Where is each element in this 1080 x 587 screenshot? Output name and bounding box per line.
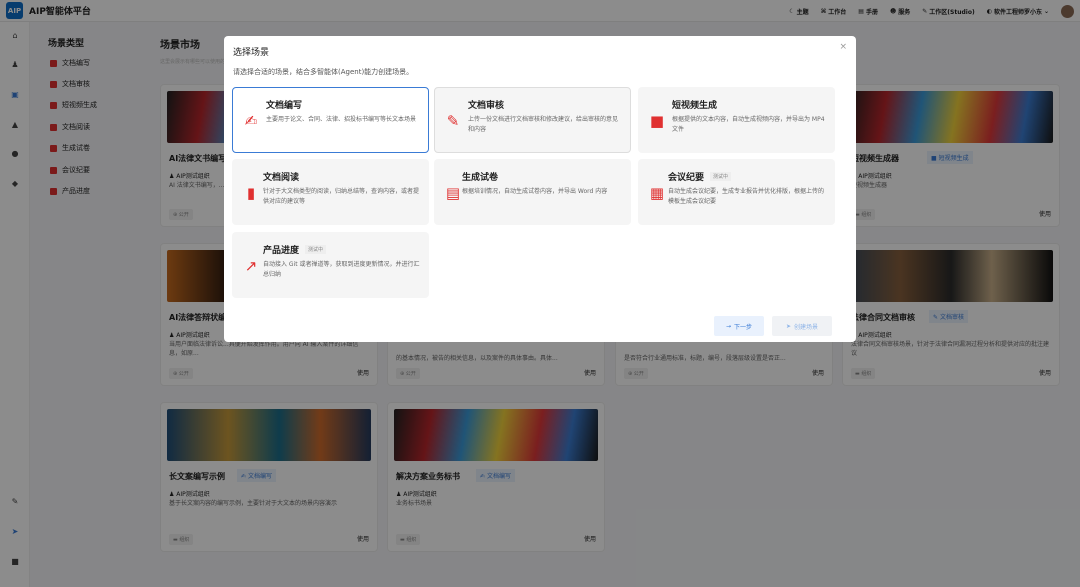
send-icon: ➤: [785, 322, 791, 330]
option-title-label: 短视频生成: [672, 101, 718, 111]
option-title: 生成试卷: [462, 170, 498, 183]
beta-badge: 测试中: [710, 172, 732, 181]
option-desc: 自动生成会议纪要，生成专业报告并优化排版，根据上传的模板生成会议纪要: [668, 188, 825, 205]
option-desc: 主要用于论文、合同、法律、招投标书编写等长文本场景: [266, 116, 417, 123]
option-desc: 自动接入 Git 或者禅道等，获取到进度更新情况，并进行汇总归纳: [263, 261, 420, 278]
document-write-icon: ✍: [244, 112, 258, 130]
option-exam[interactable]: ▤ 生成试卷 根据培训情况，自动生成试卷内容，并导出 Word 内容: [434, 159, 631, 225]
option-doc-review[interactable]: ✎ 文档审核 上传一份文档进行文档审核和修改建议，给出审核的意见和内容: [434, 87, 631, 153]
next-step-button[interactable]: → 下一步: [714, 316, 764, 336]
option-desc: 上传一份文档进行文档审核和修改建议，给出审核的意见和内容: [468, 116, 619, 133]
option-title-label: 文档审核: [468, 101, 505, 111]
create-scene-label: 创建场景: [794, 323, 819, 331]
option-desc: 针对于大文档类型的阅读，归纳总结等，查询内容，或者提供对应的建议等: [263, 188, 420, 205]
option-title: 文档审核: [468, 98, 504, 111]
exam-icon: ▤: [445, 184, 461, 202]
option-title-label: 产品进度: [263, 246, 300, 256]
option-video[interactable]: ■ 短视频生成 根据提供的文本内容，自动生成视频内容，并导出为 MP4 文件: [638, 87, 835, 153]
option-title-label: 文档阅读: [263, 173, 300, 183]
option-desc: 根据培训情况，自动生成试卷内容，并导出 Word 内容: [462, 188, 608, 195]
close-icon[interactable]: ×: [839, 42, 847, 52]
video-icon: ■: [649, 112, 665, 130]
dialog-subtitle: 请选择合适的场景，结合多智能体(Agent)能力创建场景。: [233, 68, 414, 76]
create-scene-button[interactable]: ➤ 创建场景: [772, 316, 832, 336]
next-step-label: 下一步: [734, 323, 753, 331]
calendar-icon: ▦: [649, 184, 665, 202]
option-doc-read[interactable]: ▮ 文档阅读 针对于大文档类型的阅读，归纳总结等，查询内容，或者提供对应的建议等: [232, 159, 429, 225]
option-title: 会议纪要 测试中: [668, 170, 732, 183]
option-title: 短视频生成: [672, 98, 717, 111]
option-desc: 根据提供的文本内容，自动生成视频内容，并导出为 MP4 文件: [672, 116, 825, 133]
option-title: 文档编写: [266, 98, 302, 111]
option-title-label: 会议纪要: [668, 173, 705, 183]
arrow-right-icon: →: [725, 322, 731, 330]
dialog-title: 选择场景: [233, 48, 270, 58]
option-progress[interactable]: ↗ 产品进度 测试中 自动接入 Git 或者禅道等，获取到进度更新情况，并进行汇总…: [232, 232, 429, 298]
option-doc-write[interactable]: ✍ 文档编写 主要用于论文、合同、法律、招投标书编写等长文本场景: [232, 87, 429, 153]
chart-icon: ↗: [244, 257, 258, 275]
book-icon: ▮: [246, 184, 256, 202]
beta-badge: 测试中: [305, 245, 327, 254]
option-meeting[interactable]: ▦ 会议纪要 测试中 自动生成会议纪要，生成专业报告并优化排版，根据上传的模板生成…: [638, 159, 835, 225]
option-title: 产品进度 测试中: [263, 243, 327, 256]
document-review-icon: ✎: [446, 112, 460, 130]
option-title: 文档阅读: [263, 170, 299, 183]
option-title-label: 文档编写: [266, 101, 303, 111]
option-title-label: 生成试卷: [462, 173, 499, 183]
select-scene-dialog: 选择场景 × 请选择合适的场景，结合多智能体(Agent)能力创建场景。 ✍ 文…: [224, 36, 856, 342]
